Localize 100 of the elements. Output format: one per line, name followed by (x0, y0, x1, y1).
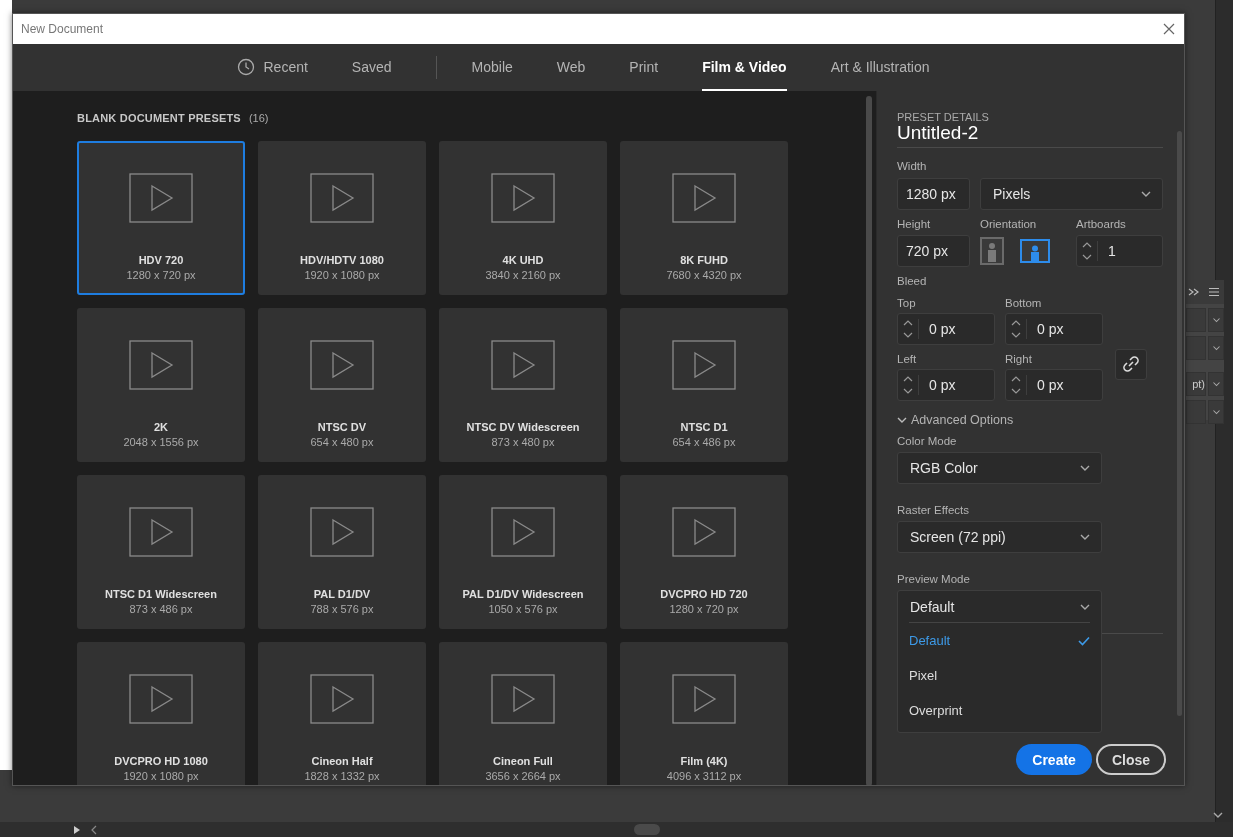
dropdown[interactable]: Pixels (980, 178, 1163, 210)
preset-size: 3840 x 2160 px (485, 269, 561, 281)
dropdown[interactable]: Default Default Pixel Overprint (897, 590, 1102, 733)
stepper-field[interactable]: 0 px (897, 313, 995, 345)
chevron-down-icon (1211, 407, 1221, 417)
field-label: Artboards (1076, 218, 1127, 232)
person-icon (1030, 245, 1040, 261)
link-button[interactable] (1115, 348, 1147, 380)
preset-size: 1280 x 720 px (669, 603, 739, 615)
preset-card[interactable]: PAL D1/DV Widescreen 1050 x 576 px (439, 475, 607, 629)
preset-card[interactable]: 4K UHD 3840 x 2160 px (439, 141, 607, 295)
preset-size: 654 x 480 px (310, 436, 374, 448)
stepper-arrows-icon (1010, 319, 1027, 339)
preset-size: 873 x 486 px (129, 603, 193, 615)
dropdown-button[interactable] (1208, 372, 1224, 396)
stepper-field[interactable]: 0 px (1005, 369, 1103, 401)
preset-name: PAL D1/DV Widescreen (462, 588, 584, 600)
field-label: Bleed (897, 275, 928, 289)
preset-size: 1050 x 576 px (488, 603, 558, 615)
dropdown-button[interactable] (1208, 336, 1224, 360)
field-label: Bottom (1005, 297, 1043, 311)
preset-name: 2K (153, 421, 169, 433)
scrollbar[interactable] (866, 96, 872, 785)
preset-card[interactable]: Film (4K) 4096 x 3112 px (620, 642, 788, 785)
dropdown[interactable] (1186, 308, 1206, 332)
preset-name: NTSC D1 Widescreen (105, 588, 217, 600)
disclosure-toggle[interactable]: Advanced Options (897, 413, 1014, 427)
preset-card[interactable]: NTSC DV 654 x 480 px (258, 308, 426, 462)
preset-card[interactable]: DVCPRO HD 1080 1920 x 1080 px (77, 642, 245, 785)
checkmark-icon (1078, 635, 1090, 646)
preset-name: DVCPRO HD 720 (660, 588, 748, 600)
video-icon (310, 507, 374, 557)
preset-name: NTSC D1 (680, 421, 728, 433)
dropdown-button[interactable] (1208, 400, 1224, 424)
tab[interactable]: Print (629, 44, 659, 91)
preset-card[interactable]: DVCPRO HD 720 1280 x 720 px (620, 475, 788, 629)
preset-card[interactable]: NTSC D1 654 x 486 px (620, 308, 788, 462)
field-label: Left (897, 353, 918, 367)
field-label: Width (897, 160, 928, 174)
chevron-left-icon (90, 825, 98, 835)
landscape-button[interactable] (1020, 239, 1050, 263)
preset-card[interactable]: 8K FUHD 7680 x 4320 px (620, 141, 788, 295)
menu-item[interactable]: Pixel (909, 658, 1090, 693)
close-button[interactable] (1162, 22, 1176, 36)
section-heading: BLANK DOCUMENT PRESETS (77, 112, 241, 124)
stepper-field[interactable]: 0 px (1005, 313, 1103, 345)
input-field[interactable]: 1280 px (897, 178, 970, 210)
field-label: Top (897, 297, 917, 311)
preset-card[interactable]: HDV/HDTV 1080 1920 x 1080 px (258, 141, 426, 295)
preset-card[interactable]: PAL D1/DV 788 x 576 px (258, 475, 426, 629)
video-icon (129, 674, 193, 724)
preset-size: 1920 x 1080 px (304, 269, 380, 281)
stepper-arrows-icon (902, 375, 919, 395)
create-button[interactable]: Create (1016, 744, 1092, 775)
tab[interactable]: Film & Video (702, 44, 787, 91)
preset-size: 654 x 486 px (672, 436, 736, 448)
field-label: Height (897, 218, 932, 232)
scrollbar[interactable] (1177, 131, 1182, 716)
video-icon (672, 173, 736, 223)
input-field[interactable]: 720 px (897, 235, 970, 267)
double-chevron-icon (1188, 287, 1200, 297)
dropdown[interactable]: RGB Color (897, 452, 1102, 484)
stepper-arrows-icon (1081, 241, 1098, 261)
preset-card[interactable]: 2K 2048 x 1556 px (77, 308, 245, 462)
preset-card[interactable]: Cineon Full 3656 x 2664 px (439, 642, 607, 785)
dropdown-button[interactable] (1208, 308, 1224, 332)
tab[interactable]: Art & Illustration (830, 44, 930, 91)
menu-icon (1208, 287, 1220, 297)
close-icon (1163, 23, 1175, 35)
chevron-down-icon (1079, 532, 1091, 542)
preset-card[interactable]: NTSC D1 Widescreen 873 x 486 px (77, 475, 245, 629)
video-icon (310, 674, 374, 724)
menu-item[interactable]: Default (909, 623, 1090, 658)
scrollbar-thumb[interactable] (634, 824, 660, 835)
field-label: Orientation (980, 218, 1038, 232)
preset-size: 4096 x 3112 px (666, 770, 742, 782)
tab[interactable]: Web (556, 44, 586, 91)
tab[interactable]: Mobile (471, 44, 513, 91)
video-icon (491, 340, 555, 390)
video-icon (491, 173, 555, 223)
portrait-button[interactable] (980, 237, 1004, 265)
dropdown[interactable]: Screen (72 ppi) (897, 521, 1102, 553)
stepper-field[interactable]: 1 (1076, 235, 1163, 267)
preset-card[interactable]: Cineon Half 1828 x 1332 px (258, 642, 426, 785)
tab[interactable]: Recent (237, 44, 308, 91)
preset-card[interactable]: HDV 720 1280 x 720 px (77, 141, 245, 295)
video-icon (672, 507, 736, 557)
preset-name: Cineon Half (311, 755, 373, 767)
menu-item[interactable]: Overprint (909, 693, 1090, 728)
dropdown[interactable] (1186, 336, 1206, 360)
chevron-down-icon (1211, 379, 1221, 389)
preset-size: 1280 x 720 px (126, 269, 196, 281)
dropdown[interactable]: pt) (1186, 372, 1206, 396)
tab[interactable]: Saved (351, 44, 392, 91)
stepper-field[interactable]: 0 px (897, 369, 995, 401)
close-button[interactable]: Close (1095, 744, 1166, 775)
dropdown[interactable] (1186, 400, 1206, 424)
field-label: Color Mode (897, 435, 958, 449)
stepper-arrows-icon (1010, 375, 1027, 395)
preset-card[interactable]: NTSC DV Widescreen 873 x 480 px (439, 308, 607, 462)
